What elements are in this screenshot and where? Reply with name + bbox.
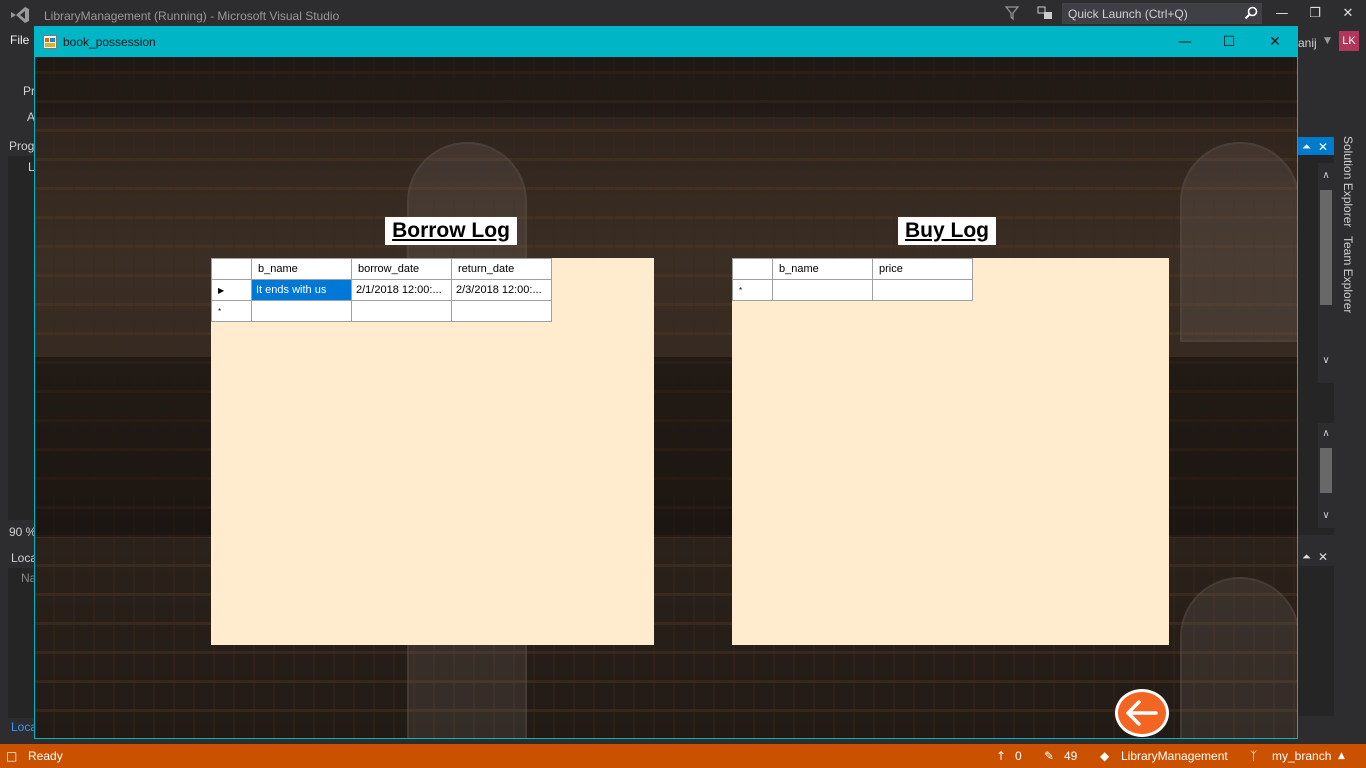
chevron-up-icon[interactable]: ▲ (1338, 751, 1345, 761)
library-window-arch (1180, 142, 1297, 342)
borrow-log-heading: Borrow Log (385, 217, 517, 245)
back-button[interactable] (1115, 689, 1169, 737)
chevron-up-icon[interactable]: ∧ (1318, 170, 1334, 181)
form-app-icon (43, 35, 57, 49)
status-ready: Ready (28, 749, 63, 763)
new-row-icon: * (739, 286, 743, 295)
form-client-area: Borrow Log b_name borrow_date return_dat… (35, 57, 1297, 738)
table-cell[interactable] (351, 300, 452, 322)
chevron-up-icon[interactable]: ∧ (1318, 428, 1334, 439)
column-header-price[interactable]: price (872, 258, 973, 280)
close-icon[interactable]: ✕ (1318, 550, 1328, 564)
pending-changes-count[interactable]: 49 (1064, 749, 1077, 763)
unpublished-count[interactable]: 0 (1015, 749, 1022, 763)
output-icon: □ (6, 749, 18, 763)
search-icon[interactable] (1244, 6, 1258, 20)
vs-window-title: LibraryManagement (Running) - Microsoft … (44, 9, 340, 23)
avatar[interactable]: LK (1339, 31, 1359, 51)
menu-file[interactable]: File (10, 33, 29, 47)
repo-name[interactable]: LibraryManagement (1121, 749, 1228, 763)
form-title: book_possession (63, 35, 156, 49)
chevron-down-icon[interactable]: ∨ (1318, 510, 1334, 521)
tab-solution-explorer[interactable]: Solution Explorer (1341, 136, 1355, 227)
table-cell[interactable]: 2/3/2018 12:00:... (451, 279, 552, 301)
arrow-up-icon[interactable]: ↑ (996, 749, 1006, 763)
table-header-row: b_name borrow_date return_date (211, 258, 552, 280)
book-possession-window: book_possession — ☐ ✕ Borrow Log b_name … (34, 26, 1298, 739)
library-background-image (35, 57, 1297, 117)
connect-icon[interactable] (1036, 5, 1054, 21)
column-header-b-name[interactable]: b_name (251, 258, 352, 280)
vs-left-panel (8, 156, 34, 520)
pencil-icon[interactable]: ✎ (1044, 749, 1054, 763)
grid-corner-cell[interactable] (211, 258, 252, 280)
borrow-log-grid[interactable]: b_name borrow_date return_date ▶ It ends… (211, 258, 654, 645)
vs-right-panel-lower (1298, 566, 1334, 716)
table-cell[interactable]: It ends with us (251, 279, 352, 301)
chevron-down-icon[interactable]: ▼ (1324, 36, 1331, 46)
status-bar: □ Ready ↑ 0 ✎ 49 ◆ LibraryManagement ᛉ m… (0, 744, 1366, 768)
vs-close-button[interactable]: ✕ (1336, 4, 1360, 24)
table-header-row: b_name price (732, 258, 973, 280)
filter-icon[interactable] (1004, 5, 1020, 21)
buy-log-grid[interactable]: b_name price * (732, 258, 1169, 645)
quick-launch-input[interactable]: Quick Launch (Ctrl+Q) (1062, 3, 1262, 24)
tab-team-explorer[interactable]: Team Explorer (1341, 236, 1355, 313)
column-header-return-date[interactable]: return_date (451, 258, 552, 280)
quick-launch-placeholder: Quick Launch (Ctrl+Q) (1068, 7, 1188, 21)
library-window-arch (1180, 577, 1297, 738)
buy-log-table[interactable]: b_name price * (732, 258, 973, 301)
minimize-button[interactable]: — (1169, 31, 1201, 53)
chevron-down-icon[interactable]: ∨ (1318, 355, 1334, 366)
table-cell[interactable] (872, 279, 973, 301)
close-icon[interactable]: ✕ (1318, 140, 1328, 154)
scrollbar-thumb[interactable] (1320, 448, 1332, 493)
visual-studio-logo-icon (11, 7, 29, 23)
row-header[interactable]: * (211, 300, 252, 322)
table-cell[interactable]: 2/1/2018 12:00:... (351, 279, 452, 301)
vs-restore-button[interactable]: ❐ (1303, 4, 1327, 24)
git-repo-icon[interactable]: ◆ (1100, 749, 1109, 763)
column-header-borrow-date[interactable]: borrow_date (351, 258, 452, 280)
row-header[interactable]: ▶ (211, 279, 252, 301)
table-row[interactable]: ▶ It ends with us 2/1/2018 12:00:... 2/3… (211, 279, 552, 301)
table-cell[interactable] (451, 300, 552, 322)
grid-corner-cell[interactable] (732, 258, 773, 280)
maximize-button[interactable]: ☐ (1213, 31, 1245, 53)
pin-icon[interactable]: ⏶ (1302, 550, 1311, 564)
borrow-log-table[interactable]: b_name borrow_date return_date ▶ It ends… (211, 258, 552, 322)
table-cell[interactable] (772, 279, 873, 301)
vs-user-name[interactable]: anij (1298, 36, 1317, 50)
new-row[interactable]: * (732, 279, 973, 301)
vs-minimize-button[interactable]: — (1270, 4, 1294, 24)
vs-left-panel-lower (8, 568, 34, 718)
branch-name[interactable]: my_branch (1272, 749, 1331, 763)
column-header-b-name[interactable]: b_name (772, 258, 873, 280)
form-titlebar: book_possession — ☐ ✕ (35, 27, 1297, 57)
branch-icon[interactable]: ᛉ (1250, 749, 1257, 763)
row-header[interactable]: * (732, 279, 773, 301)
buy-log-heading: Buy Log (898, 217, 996, 245)
new-row[interactable]: * (211, 300, 552, 322)
vs-left-label: Prog (9, 139, 35, 153)
table-cell[interactable] (251, 300, 352, 322)
zoom-level[interactable]: 90 % (9, 525, 36, 539)
back-arrow-icon (1126, 700, 1158, 726)
close-button[interactable]: ✕ (1259, 31, 1291, 53)
current-row-icon: ▶ (218, 286, 225, 295)
scrollbar-thumb[interactable] (1320, 190, 1332, 305)
new-row-icon: * (218, 307, 222, 316)
pin-icon[interactable]: ⏶ (1302, 140, 1311, 154)
